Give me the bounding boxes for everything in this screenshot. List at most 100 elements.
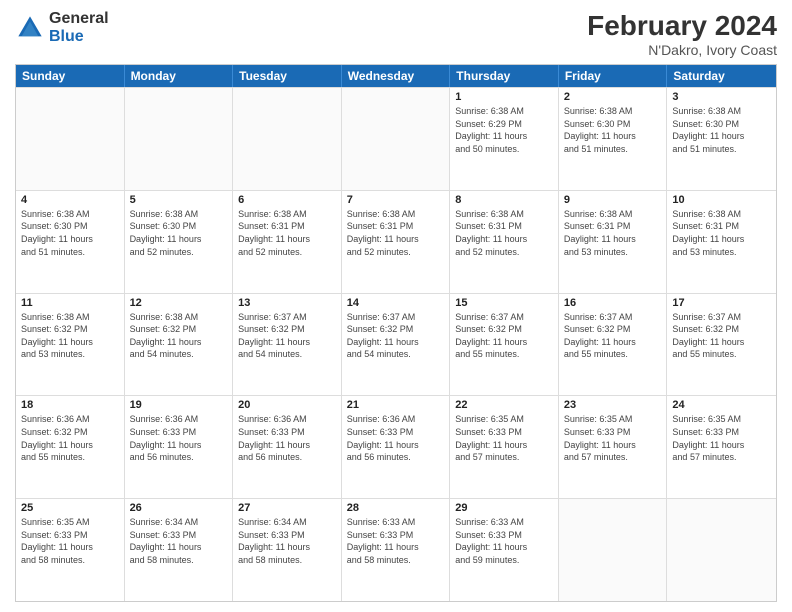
- cell-info-text: Sunrise: 6:36 AM Sunset: 6:32 PM Dayligh…: [21, 413, 119, 463]
- calendar-cell: [559, 499, 668, 601]
- calendar-body: 1 Sunrise: 6:38 AM Sunset: 6:29 PM Daylig…: [16, 87, 776, 601]
- cell-date-number: 11: [21, 297, 119, 309]
- calendar-cell: 11 Sunrise: 6:38 AM Sunset: 6:32 PM Dayli…: [16, 294, 125, 396]
- calendar-cell: 18 Sunrise: 6:36 AM Sunset: 6:32 PM Dayli…: [16, 396, 125, 498]
- cell-date-number: 13: [238, 297, 336, 309]
- cell-date-number: 26: [130, 502, 228, 514]
- calendar-cell: 13Sunrise: 6:37 AM Sunset: 6:32 PM Dayli…: [233, 294, 342, 396]
- header: General Blue February 2024 N'Dakro, Ivor…: [15, 10, 777, 58]
- cell-date-number: 1: [455, 91, 553, 103]
- calendar-week: 18 Sunrise: 6:36 AM Sunset: 6:32 PM Dayli…: [16, 395, 776, 498]
- cell-date-number: 27: [238, 502, 336, 514]
- logo-icon: [15, 13, 45, 43]
- calendar-week: 1 Sunrise: 6:38 AM Sunset: 6:29 PM Daylig…: [16, 87, 776, 190]
- cell-info-text: Sunrise: 6:38 AM Sunset: 6:30 PM Dayligh…: [564, 105, 662, 155]
- cell-date-number: 29: [455, 502, 553, 514]
- title-block: February 2024 N'Dakro, Ivory Coast: [587, 10, 777, 58]
- cell-info-text: Sunrise: 6:36 AM Sunset: 6:33 PM Dayligh…: [130, 413, 228, 463]
- cell-info-text: Sunrise: 6:38 AM Sunset: 6:30 PM Dayligh…: [21, 208, 119, 258]
- calendar-cell: 27 Sunrise: 6:34 AM Sunset: 6:33 PM Dayli…: [233, 499, 342, 601]
- logo-general: General: [49, 10, 109, 28]
- cell-date-number: 18: [21, 399, 119, 411]
- cell-date-number: 28: [347, 502, 445, 514]
- logo-text: General Blue: [49, 10, 109, 45]
- calendar-cell: 22Sunrise: 6:35 AM Sunset: 6:33 PM Dayli…: [450, 396, 559, 498]
- page: General Blue February 2024 N'Dakro, Ivor…: [0, 0, 792, 612]
- calendar-title: February 2024: [587, 10, 777, 42]
- calendar-header-cell: Tuesday: [233, 65, 342, 87]
- cell-date-number: 16: [564, 297, 662, 309]
- cell-info-text: Sunrise: 6:37 AM Sunset: 6:32 PM Dayligh…: [564, 311, 662, 361]
- cell-info-text: Sunrise: 6:34 AM Sunset: 6:33 PM Dayligh…: [238, 516, 336, 566]
- cell-info-text: Sunrise: 6:38 AM Sunset: 6:32 PM Dayligh…: [130, 311, 228, 361]
- cell-date-number: 14: [347, 297, 445, 309]
- calendar-cell: 21 Sunrise: 6:36 AM Sunset: 6:33 PM Dayli…: [342, 396, 451, 498]
- calendar-cell: 5Sunrise: 6:38 AM Sunset: 6:30 PM Daylig…: [125, 191, 234, 293]
- calendar-header-cell: Saturday: [667, 65, 776, 87]
- cell-info-text: Sunrise: 6:37 AM Sunset: 6:32 PM Dayligh…: [455, 311, 553, 361]
- calendar-cell: [667, 499, 776, 601]
- calendar-cell: 8Sunrise: 6:38 AM Sunset: 6:31 PM Daylig…: [450, 191, 559, 293]
- cell-date-number: 10: [672, 194, 771, 206]
- calendar-cell: 16 Sunrise: 6:37 AM Sunset: 6:32 PM Dayli…: [559, 294, 668, 396]
- calendar-cell: [125, 88, 234, 190]
- calendar-cell: [342, 88, 451, 190]
- cell-date-number: 6: [238, 194, 336, 206]
- calendar-header-row: SundayMondayTuesdayWednesdayThursdayFrid…: [16, 65, 776, 87]
- cell-info-text: Sunrise: 6:33 AM Sunset: 6:33 PM Dayligh…: [347, 516, 445, 566]
- cell-info-text: Sunrise: 6:36 AM Sunset: 6:33 PM Dayligh…: [238, 413, 336, 463]
- logo: General Blue: [15, 10, 109, 45]
- cell-date-number: 22: [455, 399, 553, 411]
- calendar-cell: 14 Sunrise: 6:37 AM Sunset: 6:32 PM Dayli…: [342, 294, 451, 396]
- calendar-cell: 24Sunrise: 6:35 AM Sunset: 6:33 PM Dayli…: [667, 396, 776, 498]
- calendar-cell: 10 Sunrise: 6:38 AM Sunset: 6:31 PM Dayli…: [667, 191, 776, 293]
- calendar-cell: 20 Sunrise: 6:36 AM Sunset: 6:33 PM Dayli…: [233, 396, 342, 498]
- cell-date-number: 2: [564, 91, 662, 103]
- calendar-cell: 28 Sunrise: 6:33 AM Sunset: 6:33 PM Dayli…: [342, 499, 451, 601]
- calendar-cell: 3Sunrise: 6:38 AM Sunset: 6:30 PM Daylig…: [667, 88, 776, 190]
- cell-date-number: 4: [21, 194, 119, 206]
- calendar-cell: 4 Sunrise: 6:38 AM Sunset: 6:30 PM Daylig…: [16, 191, 125, 293]
- cell-date-number: 8: [455, 194, 553, 206]
- cell-info-text: Sunrise: 6:33 AM Sunset: 6:33 PM Dayligh…: [455, 516, 553, 566]
- calendar-header-cell: Monday: [125, 65, 234, 87]
- cell-date-number: 9: [564, 194, 662, 206]
- calendar-cell: [16, 88, 125, 190]
- cell-date-number: 3: [672, 91, 771, 103]
- cell-date-number: 20: [238, 399, 336, 411]
- calendar-cell: 23 Sunrise: 6:35 AM Sunset: 6:33 PM Dayli…: [559, 396, 668, 498]
- cell-info-text: Sunrise: 6:38 AM Sunset: 6:31 PM Dayligh…: [347, 208, 445, 258]
- cell-date-number: 24: [672, 399, 771, 411]
- cell-date-number: 5: [130, 194, 228, 206]
- cell-info-text: Sunrise: 6:38 AM Sunset: 6:31 PM Dayligh…: [238, 208, 336, 258]
- cell-info-text: Sunrise: 6:36 AM Sunset: 6:33 PM Dayligh…: [347, 413, 445, 463]
- calendar-week: 4 Sunrise: 6:38 AM Sunset: 6:30 PM Daylig…: [16, 190, 776, 293]
- calendar-cell: 1 Sunrise: 6:38 AM Sunset: 6:29 PM Daylig…: [450, 88, 559, 190]
- calendar-cell: 29 Sunrise: 6:33 AM Sunset: 6:33 PM Dayli…: [450, 499, 559, 601]
- calendar-cell: 9Sunrise: 6:38 AM Sunset: 6:31 PM Daylig…: [559, 191, 668, 293]
- cell-info-text: Sunrise: 6:35 AM Sunset: 6:33 PM Dayligh…: [564, 413, 662, 463]
- cell-date-number: 7: [347, 194, 445, 206]
- calendar-cell: 26 Sunrise: 6:34 AM Sunset: 6:33 PM Dayli…: [125, 499, 234, 601]
- cell-info-text: Sunrise: 6:38 AM Sunset: 6:31 PM Dayligh…: [672, 208, 771, 258]
- cell-date-number: 25: [21, 502, 119, 514]
- calendar-cell: 15 Sunrise: 6:37 AM Sunset: 6:32 PM Dayli…: [450, 294, 559, 396]
- cell-info-text: Sunrise: 6:34 AM Sunset: 6:33 PM Dayligh…: [130, 516, 228, 566]
- logo-blue: Blue: [49, 28, 109, 46]
- calendar-cell: 12 Sunrise: 6:38 AM Sunset: 6:32 PM Dayli…: [125, 294, 234, 396]
- cell-date-number: 23: [564, 399, 662, 411]
- cell-date-number: 12: [130, 297, 228, 309]
- calendar-week: 11 Sunrise: 6:38 AM Sunset: 6:32 PM Dayli…: [16, 293, 776, 396]
- cell-date-number: 15: [455, 297, 553, 309]
- calendar-cell: 19Sunrise: 6:36 AM Sunset: 6:33 PM Dayli…: [125, 396, 234, 498]
- cell-info-text: Sunrise: 6:38 AM Sunset: 6:29 PM Dayligh…: [455, 105, 553, 155]
- calendar-header-cell: Friday: [559, 65, 668, 87]
- calendar-header-cell: Wednesday: [342, 65, 451, 87]
- cell-date-number: 21: [347, 399, 445, 411]
- cell-info-text: Sunrise: 6:38 AM Sunset: 6:32 PM Dayligh…: [21, 311, 119, 361]
- calendar-cell: [233, 88, 342, 190]
- cell-info-text: Sunrise: 6:37 AM Sunset: 6:32 PM Dayligh…: [347, 311, 445, 361]
- calendar-cell: 6 Sunrise: 6:38 AM Sunset: 6:31 PM Daylig…: [233, 191, 342, 293]
- calendar-cell: 17Sunrise: 6:37 AM Sunset: 6:32 PM Dayli…: [667, 294, 776, 396]
- cell-date-number: 17: [672, 297, 771, 309]
